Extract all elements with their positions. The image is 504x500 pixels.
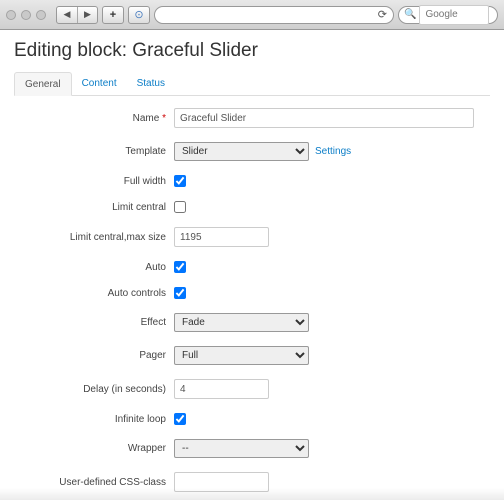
back-button[interactable]: ◀ xyxy=(57,7,77,23)
wrapper-select[interactable]: -- xyxy=(174,439,309,458)
row-limit-central: Limit central xyxy=(14,201,490,213)
pager-select[interactable]: Full xyxy=(174,346,309,365)
label-effect: Effect xyxy=(14,317,174,328)
auto-controls-checkbox[interactable] xyxy=(174,287,186,299)
tab-status[interactable]: Status xyxy=(127,72,175,95)
page-content: Editing block: Graceful Slider General C… xyxy=(0,30,504,492)
tab-bar: General Content Status xyxy=(14,72,490,96)
window-controls xyxy=(6,10,46,20)
label-auto-controls: Auto controls xyxy=(14,288,174,299)
label-delay: Delay (in seconds) xyxy=(14,384,174,395)
label-wrapper: Wrapper xyxy=(14,443,174,454)
limit-central-checkbox[interactable] xyxy=(174,201,186,213)
search-icon: 🔍 xyxy=(404,9,416,20)
full-width-checkbox[interactable] xyxy=(174,175,186,187)
site-tab[interactable]: ⊙ xyxy=(128,6,150,24)
zoom-window-icon[interactable] xyxy=(36,10,46,20)
row-auto: Auto xyxy=(14,261,490,273)
row-auto-controls: Auto controls xyxy=(14,287,490,299)
nav-buttons: ◀ ▶ xyxy=(56,6,98,24)
label-limit-central-max: Limit central,max size xyxy=(14,232,174,243)
label-template: Template xyxy=(14,146,174,157)
auto-checkbox[interactable] xyxy=(174,261,186,273)
label-limit-central: Limit central xyxy=(14,202,174,213)
page-title: Editing block: Graceful Slider xyxy=(14,40,490,62)
search-input[interactable] xyxy=(419,5,489,25)
row-name: Name * xyxy=(14,108,490,128)
label-css-class: User-defined CSS-class xyxy=(14,477,174,488)
row-effect: Effect Fade xyxy=(14,313,490,332)
name-input[interactable] xyxy=(174,108,474,128)
row-delay: Delay (in seconds) xyxy=(14,379,490,399)
url-bar[interactable]: ⟳ xyxy=(154,6,394,24)
label-name: Name * xyxy=(14,113,174,124)
browser-search[interactable]: 🔍 xyxy=(398,6,498,24)
minimize-window-icon[interactable] xyxy=(21,10,31,20)
label-pager: Pager xyxy=(14,350,174,361)
label-full-width: Full width xyxy=(14,176,174,187)
label-infinite-loop: Infinite loop xyxy=(14,414,174,425)
delay-input[interactable] xyxy=(174,379,269,399)
row-limit-central-max: Limit central,max size xyxy=(14,227,490,247)
label-auto: Auto xyxy=(14,262,174,273)
refresh-icon[interactable]: ⟳ xyxy=(378,8,387,21)
forward-button[interactable]: ▶ xyxy=(77,7,97,23)
new-tab-button[interactable]: + xyxy=(102,6,124,24)
tab-general[interactable]: General xyxy=(14,72,72,96)
close-window-icon[interactable] xyxy=(6,10,16,20)
tab-content[interactable]: Content xyxy=(72,72,127,95)
row-template: Template Slider Settings xyxy=(14,142,490,161)
row-wrapper: Wrapper -- xyxy=(14,439,490,458)
form-general: Name * Template Slider Settings Full wid… xyxy=(14,96,490,492)
effect-select[interactable]: Fade xyxy=(174,313,309,332)
browser-toolbar: ◀ ▶ + ⊙ ⟳ 🔍 xyxy=(0,0,504,30)
row-pager: Pager Full xyxy=(14,346,490,365)
row-infinite-loop: Infinite loop xyxy=(14,413,490,425)
limit-central-max-input[interactable] xyxy=(174,227,269,247)
template-select[interactable]: Slider xyxy=(174,142,309,161)
row-full-width: Full width xyxy=(14,175,490,187)
globe-icon: ⊙ xyxy=(134,8,143,21)
infinite-loop-checkbox[interactable] xyxy=(174,413,186,425)
template-settings-link[interactable]: Settings xyxy=(315,146,351,157)
frame-shadow xyxy=(0,488,504,500)
